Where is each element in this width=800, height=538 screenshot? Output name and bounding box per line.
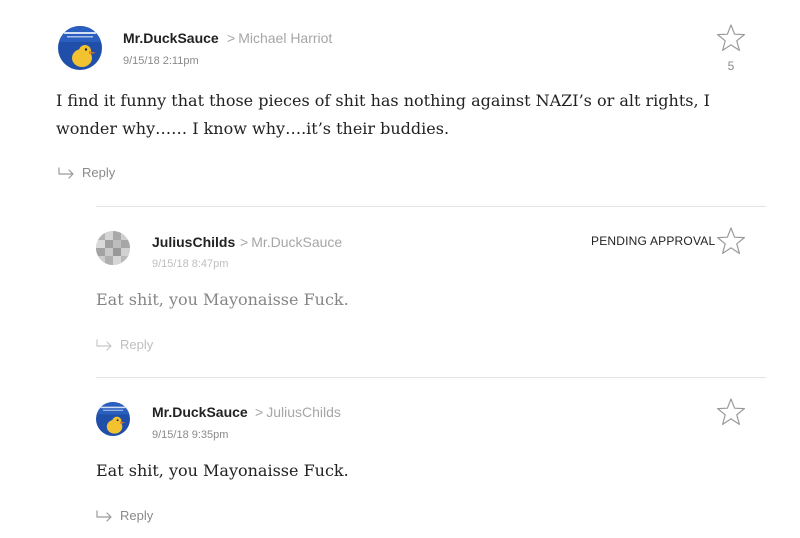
pixelated-avatar-icon <box>96 231 130 265</box>
comment-timestamp[interactable]: 9/15/18 9:35pm <box>152 429 228 441</box>
comment-body: Eat shit, you Mayonaisse Fuck. <box>96 290 349 309</box>
star-icon <box>717 24 745 51</box>
star-button[interactable] <box>716 23 746 53</box>
reply-to-chevron: > <box>227 30 236 46</box>
comment-reply-pending: JuliusChilds > Mr.DuckSauce 9/15/18 8:47p… <box>0 207 800 377</box>
reply-label: Reply <box>120 337 154 352</box>
reply-to-chevron: > <box>240 234 249 250</box>
comment-timestamp[interactable]: 9/15/18 2:11pm <box>123 55 199 67</box>
comment-top-level: Mr.DuckSauce > Michael Harriot 9/15/18 2:… <box>0 0 800 200</box>
avatar[interactable] <box>96 402 130 436</box>
reply-to-chevron: > <box>255 404 264 420</box>
star-icon <box>717 398 745 425</box>
comment-body: Eat shit, you Mayonaisse Fuck. <box>96 461 349 480</box>
reply-arrow-icon <box>96 509 112 522</box>
reply-arrow-icon <box>96 338 112 351</box>
pending-approval-badge: PENDING APPROVAL <box>591 234 716 248</box>
reply-to[interactable]: > Michael Harriot <box>227 30 332 46</box>
reply-button[interactable]: Reply <box>96 337 153 352</box>
reply-to[interactable]: > Mr.DuckSauce <box>240 234 342 250</box>
star-icon <box>717 227 745 254</box>
comment-author[interactable]: JuliusChilds <box>152 234 235 250</box>
reply-label: Reply <box>82 165 116 180</box>
duck-avatar-icon <box>58 26 102 70</box>
star-button[interactable] <box>716 397 746 427</box>
star-button[interactable] <box>716 226 746 256</box>
reply-to[interactable]: > JuliusChilds <box>255 404 341 420</box>
duck-avatar-icon <box>96 402 130 436</box>
reply-button[interactable]: Reply <box>96 508 153 523</box>
reply-to-user[interactable]: Mr.DuckSauce <box>251 234 342 250</box>
reply-button[interactable]: Reply <box>58 165 115 180</box>
comment-author[interactable]: Mr.DuckSauce <box>152 404 248 420</box>
star-count: 5 <box>727 59 735 73</box>
reply-label: Reply <box>120 508 154 523</box>
reply-arrow-icon <box>58 166 74 179</box>
comment-body: I find it funny that those pieces of shi… <box>56 91 710 138</box>
avatar[interactable] <box>58 26 102 70</box>
comment-reply: Mr.DuckSauce > JuliusChilds 9/15/18 9:35p… <box>0 378 800 538</box>
comment-author[interactable]: Mr.DuckSauce <box>123 30 219 46</box>
reply-to-user[interactable]: JuliusChilds <box>266 404 341 420</box>
avatar[interactable] <box>96 231 130 265</box>
reply-to-user[interactable]: Michael Harriot <box>238 30 332 46</box>
comment-timestamp[interactable]: 9/15/18 8:47pm <box>152 258 228 270</box>
